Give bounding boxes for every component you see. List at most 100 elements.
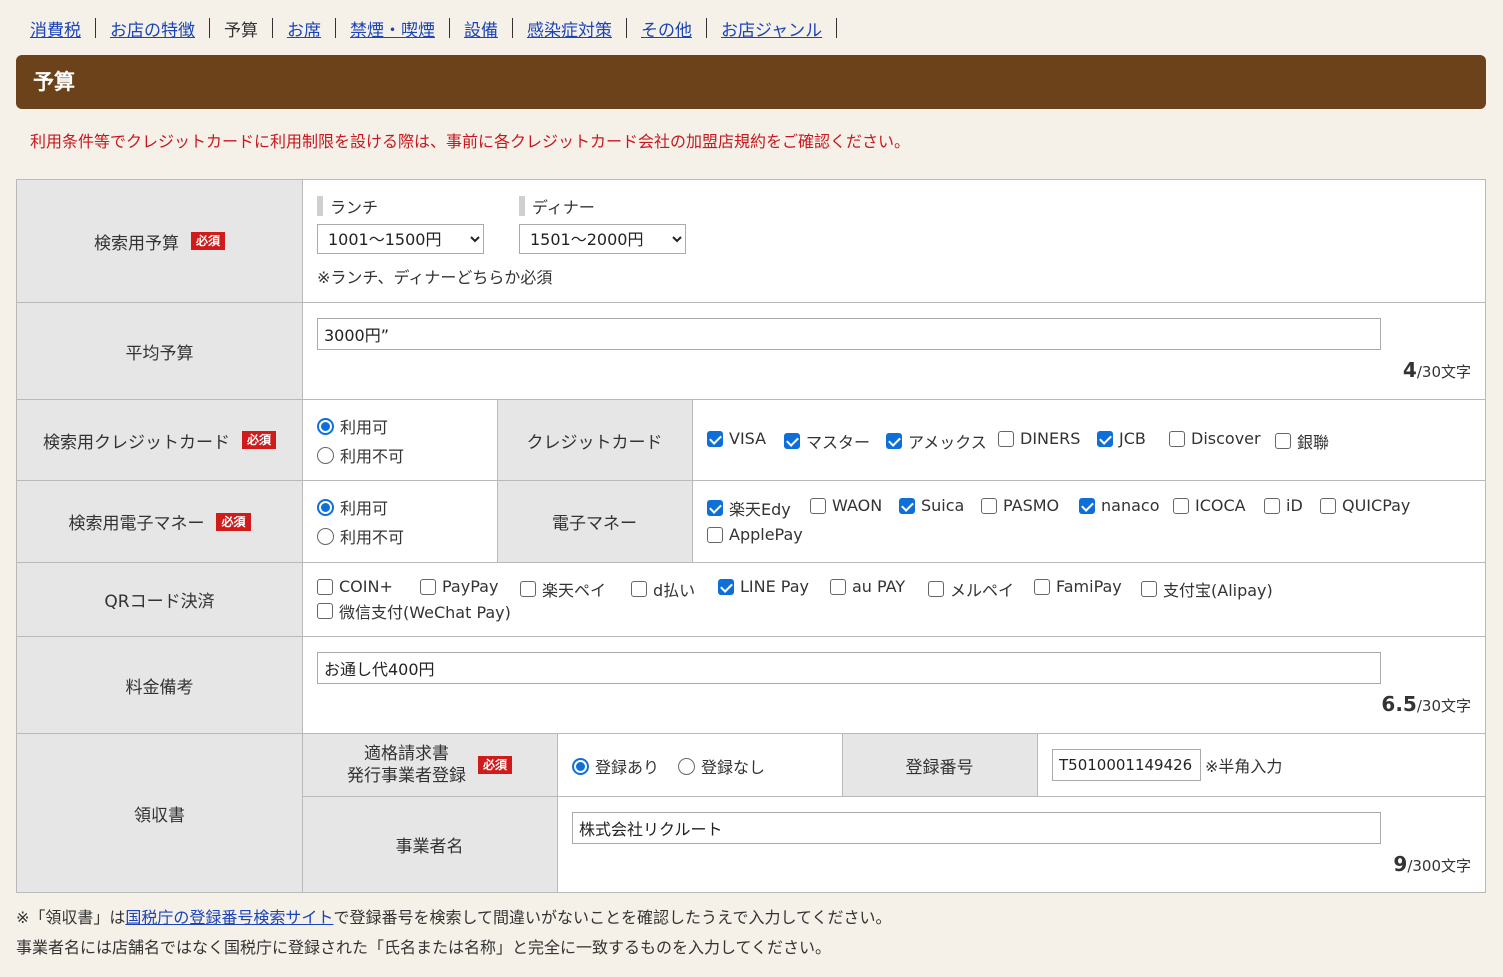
qr-option-famipay[interactable]: FamiPay: [1034, 577, 1122, 596]
checkbox-unchecked[interactable]: [1169, 430, 1185, 447]
nav-link-genre[interactable]: お店ジャンル: [707, 16, 836, 41]
receipt-label: 領収書: [134, 805, 185, 826]
credit-option-jcb[interactable]: JCB: [1097, 429, 1146, 448]
checkbox-unchecked[interactable]: [810, 497, 826, 514]
checkbox-unchecked[interactable]: [1141, 581, 1157, 597]
avg-budget-counter: 4/30文字: [1403, 358, 1471, 382]
emoney-option-applepay[interactable]: ApplePay: [707, 525, 803, 544]
radio-selected[interactable]: [317, 417, 334, 435]
checkbox-unchecked[interactable]: [830, 578, 846, 595]
credit-radio-cell: 利用可 利用不可: [302, 400, 497, 480]
lunch-budget-select[interactable]: 1001～1500円: [317, 224, 484, 254]
checkbox-unchecked[interactable]: [1264, 497, 1280, 514]
emoney-option-nanaco[interactable]: nanaco: [1079, 496, 1159, 515]
checkbox-checked[interactable]: [1097, 430, 1113, 447]
fee-note-input[interactable]: [317, 652, 1381, 684]
nav-link-features[interactable]: お店の特徴: [96, 16, 209, 41]
emoney-option-pasmo[interactable]: PASMO: [981, 496, 1059, 515]
budget-form: 検索用予算 必須 ランチ ディナー 1001～1500円 1501～2000円 …: [16, 179, 1486, 893]
reg-no-label-cell: 登録番号: [842, 734, 1037, 796]
checkbox-checked[interactable]: [899, 497, 915, 514]
credit-option-master[interactable]: マスター: [784, 429, 870, 453]
invoice-label-line1: 適格請求書: [363, 744, 449, 764]
emoney-option-quicpay[interactable]: QUICPay: [1320, 496, 1410, 515]
invoice-label-line2: 発行事業者登録: [346, 766, 466, 786]
nav-link-infection[interactable]: 感染症対策: [513, 16, 626, 41]
checkbox-unchecked[interactable]: [707, 526, 723, 543]
checkbox-unchecked[interactable]: [631, 581, 647, 597]
checkbox-unchecked[interactable]: [317, 578, 333, 595]
radio-selected[interactable]: [317, 498, 334, 516]
emoney-label: 検索用電子マネー: [68, 514, 205, 534]
checkbox-checked[interactable]: [707, 500, 723, 516]
business-name-counter: 9/300文字: [1393, 852, 1471, 876]
qr-option-aupay[interactable]: au PAY: [830, 577, 905, 596]
qr-option-coin[interactable]: COIN+: [317, 577, 393, 596]
checkbox-checked[interactable]: [718, 578, 734, 595]
checkbox-checked[interactable]: [784, 433, 800, 449]
emoney-option-id[interactable]: iD: [1264, 496, 1303, 515]
emoney-radio-unavailable[interactable]: 利用不可: [317, 524, 404, 548]
radio-unselected[interactable]: [317, 527, 334, 545]
credit-option-discover[interactable]: Discover: [1169, 429, 1261, 448]
radio-unselected[interactable]: [317, 446, 334, 464]
qr-label: QRコード決済: [104, 592, 215, 612]
checkbox-unchecked[interactable]: [1034, 578, 1050, 595]
required-badge: 必須: [477, 756, 512, 774]
checkbox-unchecked[interactable]: [317, 603, 333, 619]
checkbox-checked[interactable]: [707, 430, 723, 447]
credit-sub-label-cell: クレジットカード: [497, 400, 692, 480]
credit-option-diners[interactable]: DINERS: [998, 429, 1080, 448]
emoney-radio-available[interactable]: 利用可: [317, 495, 388, 519]
qr-option-linepay[interactable]: LINE Pay: [718, 577, 809, 596]
dinner-budget-select[interactable]: 1501～2000円: [519, 224, 686, 254]
credit-radio-unavailable[interactable]: 利用不可: [317, 443, 404, 467]
option-label: 支付宝(Alipay): [1163, 581, 1273, 600]
qr-option-paypay[interactable]: PayPay: [420, 577, 498, 596]
section-title: 予算: [16, 55, 1486, 109]
avg-budget-input[interactable]: [317, 318, 1381, 350]
checkbox-unchecked[interactable]: [520, 581, 536, 597]
checkbox-unchecked[interactable]: [928, 581, 944, 597]
checkbox-checked[interactable]: [886, 433, 902, 449]
business-name-input[interactable]: [572, 812, 1381, 844]
credit-option-visa[interactable]: VISA: [707, 429, 766, 448]
footer-note-1: ※「領収書」は国税庁の登録番号検索サイトで登録番号を検索して間違いがないことを確…: [16, 904, 892, 928]
checkbox-unchecked[interactable]: [1275, 433, 1291, 449]
nta-search-site-link[interactable]: 国税庁の登録番号検索サイト: [125, 908, 333, 927]
emoney-option-waon[interactable]: WAON: [810, 496, 882, 515]
nav-link-facilities[interactable]: 設備: [450, 16, 512, 41]
credit-options-cell: VISA マスター アメックス DINERS JCB Discover 銀聯: [692, 400, 1486, 480]
checkbox-checked[interactable]: [1079, 497, 1095, 514]
credit-radio-available[interactable]: 利用可: [317, 414, 388, 438]
checkbox-unchecked[interactable]: [1320, 497, 1336, 514]
invoice-radio-registered[interactable]: 登録あり: [572, 754, 659, 778]
emoney-option-edy[interactable]: 楽天Edy: [707, 496, 791, 520]
radio-selected[interactable]: [572, 757, 589, 775]
checkbox-unchecked[interactable]: [998, 430, 1014, 447]
qr-option-wechatpay[interactable]: 微信支付(WeChat Pay): [317, 599, 511, 623]
radio-label: 登録なし: [701, 758, 766, 777]
business-name-limit: /300文字: [1407, 857, 1471, 875]
nav-link-tax[interactable]: 消費税: [30, 16, 95, 41]
checkbox-unchecked[interactable]: [420, 578, 436, 595]
emoney-option-suica[interactable]: Suica: [899, 496, 964, 515]
avg-budget-field-cell: 4/30文字: [302, 303, 1486, 399]
nav-link-seats[interactable]: お席: [273, 16, 335, 41]
budget-field-cell: ランチ ディナー 1001～1500円 1501～2000円 ※ランチ、ディナー…: [302, 180, 1486, 302]
emoney-option-icoca[interactable]: ICOCA: [1173, 496, 1246, 515]
emoney-sub-label: 電子マネー: [552, 514, 637, 534]
radio-unselected[interactable]: [678, 757, 695, 775]
reg-no-input[interactable]: [1052, 749, 1201, 781]
checkbox-unchecked[interactable]: [981, 497, 997, 514]
credit-option-amex[interactable]: アメックス: [886, 429, 987, 453]
qr-option-merpay[interactable]: メルペイ: [928, 577, 1014, 601]
credit-option-unionpay[interactable]: 銀聯: [1275, 429, 1329, 453]
checkbox-unchecked[interactable]: [1173, 497, 1189, 514]
qr-option-alipay[interactable]: 支付宝(Alipay): [1141, 577, 1273, 601]
nav-link-other[interactable]: その他: [627, 16, 706, 41]
qr-option-rakutenpay[interactable]: 楽天ペイ: [520, 577, 606, 601]
nav-link-smoking[interactable]: 禁煙・喫煙: [336, 16, 449, 41]
qr-option-dbarai[interactable]: d払い: [631, 577, 695, 601]
invoice-radio-unregistered[interactable]: 登録なし: [678, 754, 765, 778]
